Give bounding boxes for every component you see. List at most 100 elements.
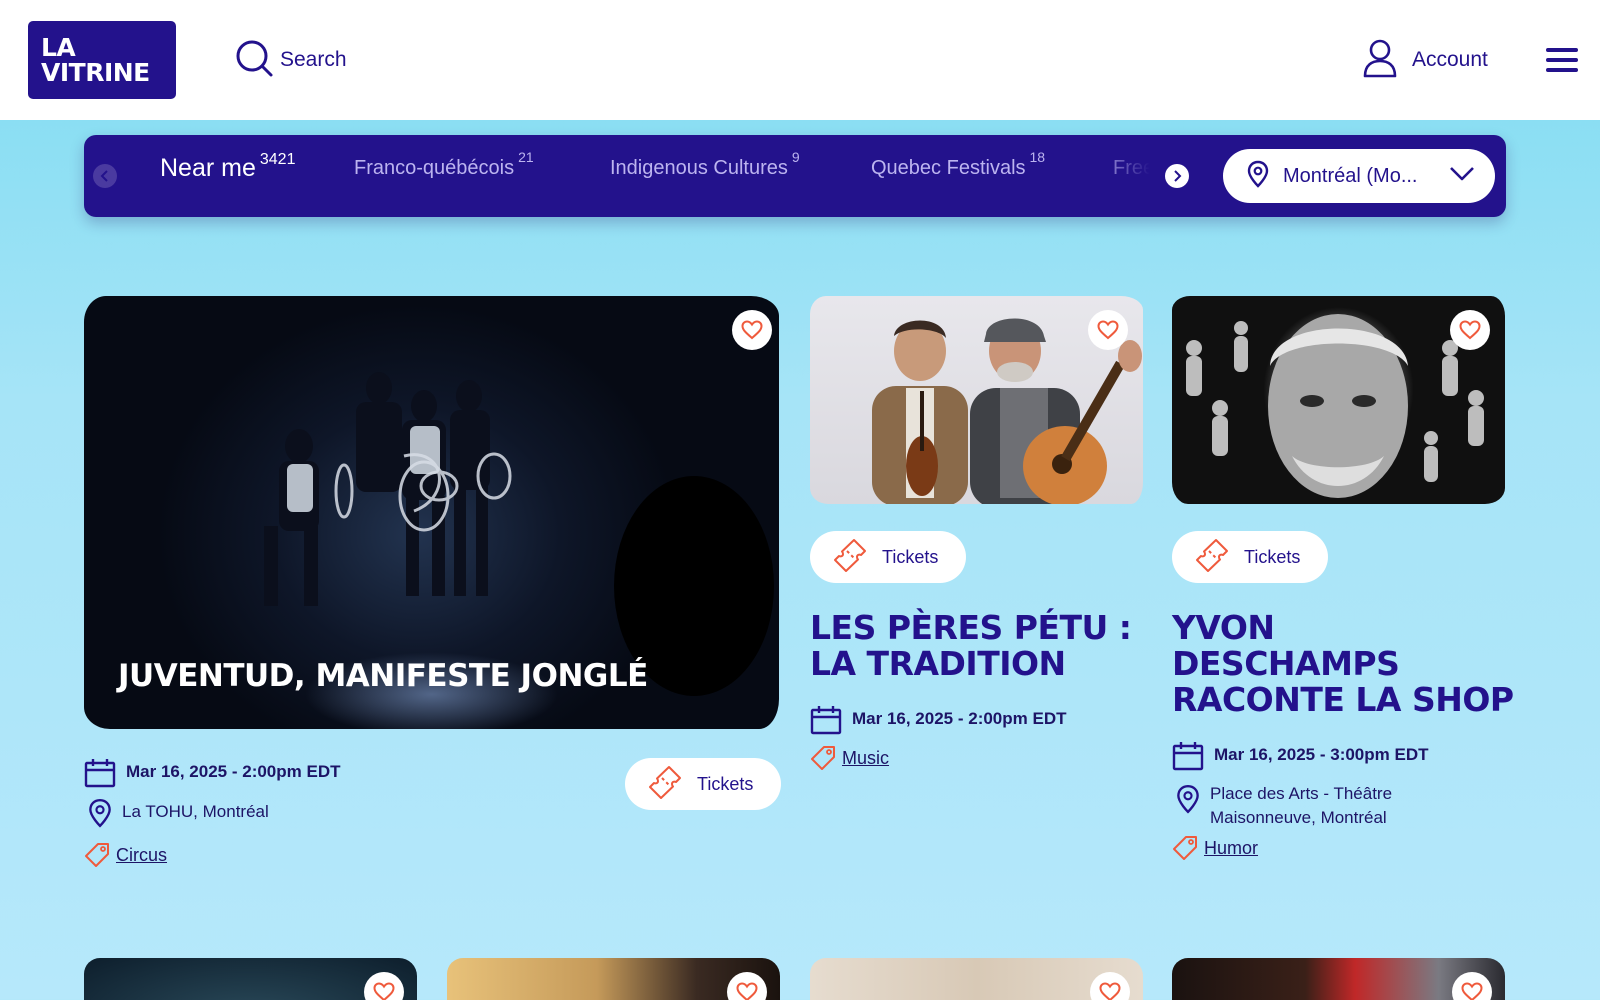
location-label: Montréal (Mo... — [1283, 164, 1418, 187]
ticket-icon — [647, 764, 683, 805]
tickets-label: Tickets — [697, 773, 754, 794]
category-label: Quebec Festivals — [871, 157, 1026, 179]
search-label: Search — [280, 48, 347, 71]
logo-line-1: LA — [41, 33, 76, 62]
calendar-icon — [1172, 741, 1204, 776]
event-location-text: Place des Arts - Théâtre Maisonneuve, Mo… — [1210, 780, 1392, 830]
favorite-button[interactable] — [732, 310, 772, 350]
event-category: Music — [810, 745, 889, 776]
event-card-photo[interactable] — [447, 958, 780, 1000]
location-selector[interactable]: Montréal (Mo... — [1223, 149, 1495, 203]
category-free[interactable]: Free — [1113, 157, 1150, 180]
category-list: Near me 3421 Franco-québécois 21 Indigenou… — [150, 135, 1150, 217]
tickets-button[interactable]: Tickets — [625, 758, 781, 810]
search-icon — [234, 38, 274, 83]
event-location-line: Place des Arts - Théâtre — [1210, 784, 1393, 803]
category-label: Franco-québécois — [354, 157, 515, 179]
account-label: Account — [1412, 48, 1488, 71]
category-franco-quebecois[interactable]: Franco-québécois 21 — [354, 149, 534, 180]
event-title: JUVENTUD, MANIFESTE JONGLÉ — [118, 658, 648, 694]
event-location: La TOHU, Montréal — [88, 798, 269, 833]
event-category-link[interactable]: Circus — [116, 842, 167, 866]
favorite-button[interactable] — [364, 972, 404, 1000]
event-date-text: Mar 16, 2025 - 2:00pm EDT — [852, 709, 1067, 728]
event-category: Humor — [1172, 835, 1258, 866]
event-card-photo[interactable] — [810, 958, 1143, 1000]
category-count: 3421 — [259, 151, 296, 168]
ticket-icon — [1194, 537, 1230, 578]
hamburger-menu-button[interactable] — [1545, 44, 1579, 76]
favorite-button[interactable] — [1450, 310, 1490, 350]
heart-icon — [1097, 320, 1119, 340]
heart-icon — [1461, 982, 1483, 1000]
event-date-text: Mar 16, 2025 - 2:00pm EDT — [126, 762, 341, 781]
calendar-icon — [810, 705, 842, 740]
categories-next-button[interactable] — [1165, 164, 1189, 188]
location-pin-icon — [88, 798, 112, 833]
event-card-yvon-deschamps-photo[interactable] — [1172, 296, 1505, 504]
event-category-link[interactable]: Humor — [1204, 835, 1258, 859]
tickets-button[interactable]: Tickets — [1172, 531, 1328, 583]
event-category: Circus — [84, 842, 167, 873]
event-title-line: RACONTE LA SHOP — [1172, 680, 1514, 719]
event-card-photo[interactable] — [1172, 958, 1505, 1000]
event-title-line: DESCHAMPS — [1172, 644, 1400, 683]
tag-icon — [1172, 835, 1198, 866]
event-date: Mar 16, 2025 - 2:00pm EDT — [810, 705, 1066, 740]
category-label: Near me — [160, 154, 256, 182]
category-indigenous-cultures[interactable]: Indigenous Cultures 9 — [610, 149, 800, 180]
category-quebec-festivals[interactable]: Quebec Festivals 18 — [871, 149, 1045, 180]
categories-prev-button[interactable] — [93, 164, 117, 188]
tag-icon — [84, 842, 110, 873]
event-title[interactable]: LES PÈRES PÉTU : LA TRADITION — [810, 608, 1132, 683]
event-title-line: LA TRADITION — [810, 644, 1066, 683]
category-near-me[interactable]: Near me 3421 — [160, 151, 296, 183]
event-card-les-peres-petu-photo[interactable] — [810, 296, 1143, 504]
user-icon — [1362, 38, 1398, 83]
event-card-photo[interactable] — [84, 958, 417, 1000]
location-pin-icon — [1247, 160, 1269, 193]
hamburger-icon — [1546, 48, 1578, 52]
event-location-text: La TOHU, Montréal — [122, 802, 269, 821]
event-location-line: Maisonneuve, Montréal — [1210, 808, 1387, 827]
chevron-down-icon — [1449, 166, 1475, 187]
category-label: Free — [1113, 157, 1150, 179]
category-filter-bar: Near me 3421 Franco-québécois 21 Indigenou… — [84, 135, 1506, 217]
heart-icon — [1459, 320, 1481, 340]
location-pin-icon — [1176, 780, 1200, 819]
chevron-left-icon — [100, 170, 108, 182]
heart-icon — [373, 982, 395, 1000]
tag-icon — [810, 745, 836, 776]
ticket-icon — [832, 537, 868, 578]
event-date: Mar 16, 2025 - 2:00pm EDT — [84, 758, 340, 793]
category-count: 18 — [1029, 149, 1046, 165]
event-title-line: YVON — [1172, 608, 1275, 647]
favorite-button[interactable] — [727, 972, 767, 1000]
event-title-line: LES PÈRES PÉTU : — [810, 608, 1132, 647]
logo-line-2: VITRINE — [41, 58, 150, 87]
heart-icon — [1099, 982, 1121, 1000]
event-category-link[interactable]: Music — [842, 745, 889, 769]
event-date: Mar 16, 2025 - 3:00pm EDT — [1172, 741, 1428, 776]
chevron-right-icon — [1174, 170, 1182, 182]
favorite-button[interactable] — [1088, 310, 1128, 350]
favorite-button[interactable] — [1452, 972, 1492, 1000]
category-label: Indigenous Cultures — [610, 157, 788, 179]
heart-icon — [741, 320, 763, 340]
calendar-icon — [84, 758, 116, 793]
tickets-label: Tickets — [882, 546, 939, 567]
event-location: Place des Arts - Théâtre Maisonneuve, Mo… — [1176, 780, 1392, 830]
heart-icon — [736, 982, 758, 1000]
account-button[interactable]: Account — [1362, 38, 1488, 82]
search-button[interactable]: Search — [234, 38, 347, 82]
favorite-button[interactable] — [1090, 972, 1130, 1000]
tickets-label: Tickets — [1244, 546, 1301, 567]
event-card-juventud[interactable]: JUVENTUD, MANIFESTE JONGLÉ — [84, 296, 779, 729]
category-count: 9 — [791, 149, 800, 165]
tickets-button[interactable]: Tickets — [810, 531, 966, 583]
site-header: LA VITRINE Search Account — [0, 0, 1600, 120]
site-logo[interactable]: LA VITRINE — [28, 21, 176, 99]
event-date-text: Mar 16, 2025 - 3:00pm EDT — [1214, 745, 1429, 764]
event-title[interactable]: YVON DESCHAMPS RACONTE LA SHOP — [1172, 610, 1514, 718]
category-count: 21 — [518, 149, 534, 165]
